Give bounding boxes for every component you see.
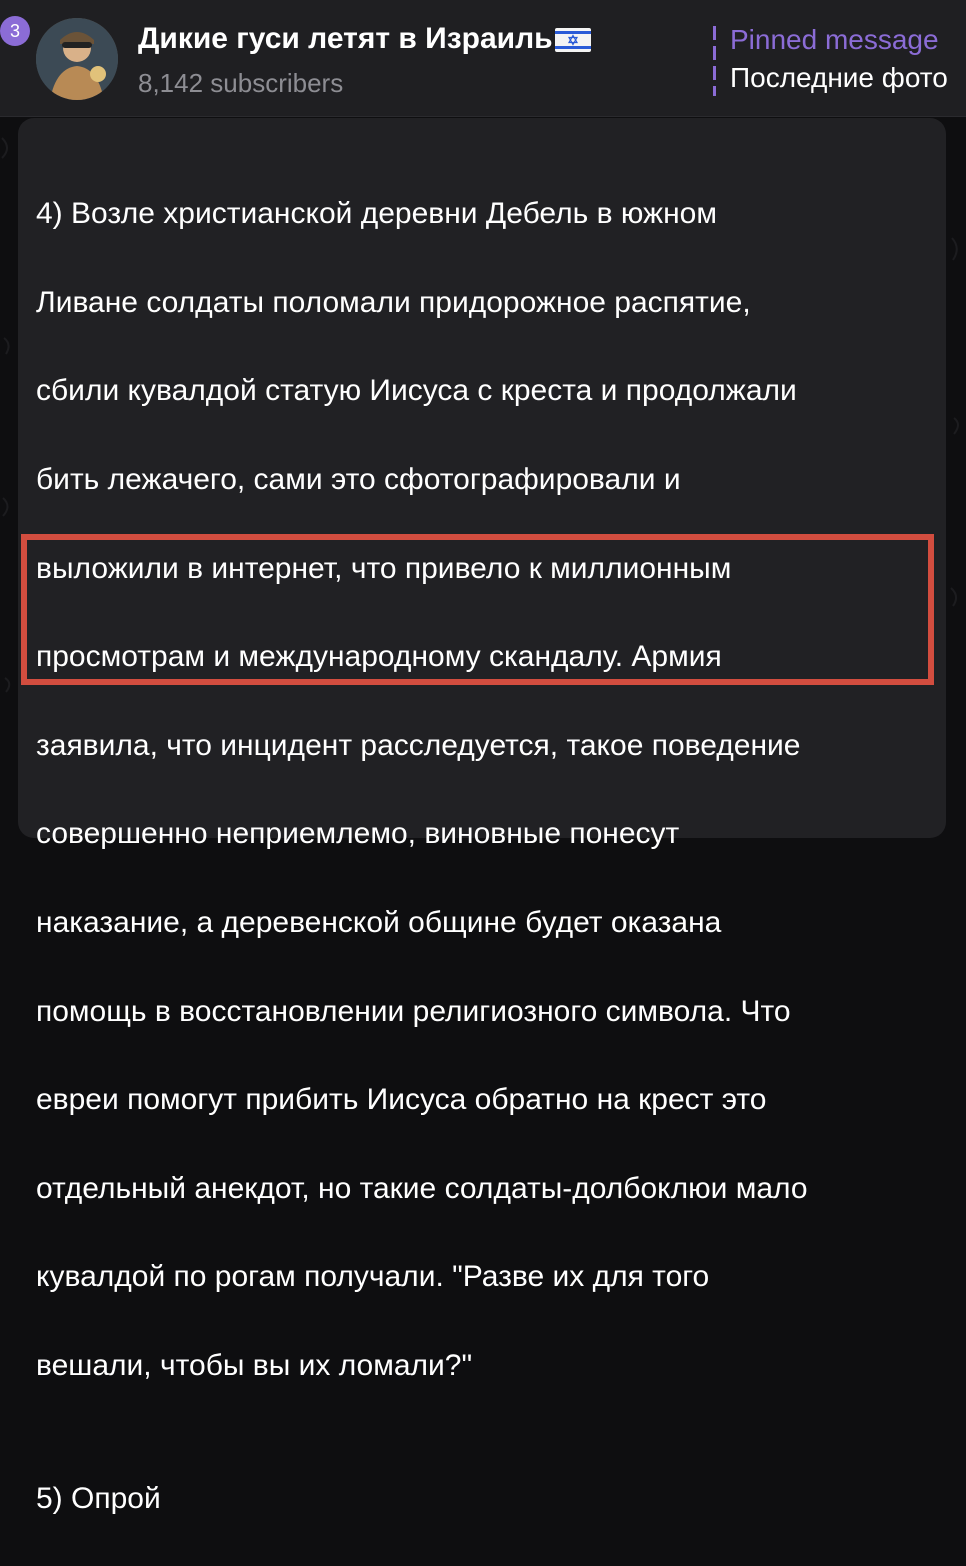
subscriber-count: 8,142 subscribers [138, 68, 344, 98]
avatar-image-icon [36, 18, 118, 100]
message-text: 4) Возле христианской деревни Дебель в ю… [36, 148, 936, 1566]
message-line: евреи помогут прибить Иисуса обратно на … [36, 1083, 767, 1117]
highlight-box [21, 534, 934, 685]
message-line: Ливане солдаты поломали придорожное расп… [36, 285, 751, 319]
israel-flag-icon [554, 28, 591, 53]
background-pattern-right [950, 237, 959, 607]
message-line: 4) Возле христианской деревни Дебель в ю… [36, 197, 717, 231]
message-line: вешали, чтобы вы их ломали?" [36, 1349, 473, 1383]
pinned-message-preview[interactable]: Последние фото [730, 62, 948, 94]
message-line: бить лежачего, сами это сфотографировали… [36, 463, 681, 497]
channel-avatar[interactable] [36, 18, 118, 100]
chat-header: 3 Дикие гуси летят в Израиль 8,142 subsc… [0, 0, 966, 117]
message-line: заявила, что инцидент расследуется, тако… [36, 728, 801, 762]
message-line: 5) Опрой [36, 1481, 161, 1515]
message-line: сбили кувалдой статую Иисуса с креста и … [36, 374, 797, 408]
unread-badge[interactable]: 3 [0, 16, 30, 46]
background-pattern-left [1, 137, 11, 693]
message-line: помощь в восстановлении религиозного сим… [36, 994, 791, 1028]
pinned-indicator [713, 26, 716, 96]
message-line: наказание, а деревенской общине будет ок… [36, 906, 722, 940]
pinned-message-label[interactable]: Pinned message [730, 24, 939, 56]
message-line: кувалдой по рогам получали. "Разве их дл… [36, 1260, 710, 1294]
channel-title[interactable]: Дикие гуси летят в Израиль [138, 22, 591, 56]
message-line: отдельный анекдот, но такие солдаты-долб… [36, 1171, 808, 1205]
message-line: совершенно неприемлемо, виновные понесут [36, 817, 680, 851]
channel-title-text: Дикие гуси летят в Израиль [138, 22, 553, 55]
